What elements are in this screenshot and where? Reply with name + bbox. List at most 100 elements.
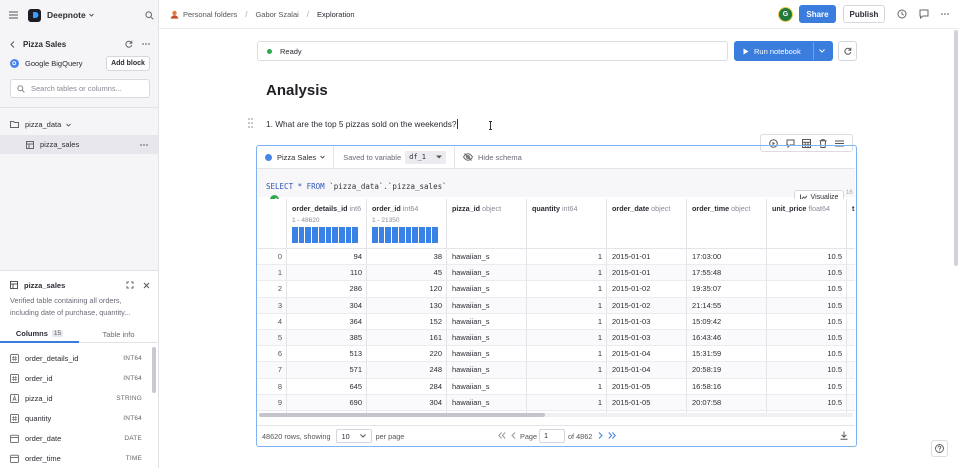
histogram-bar bbox=[432, 227, 439, 243]
schema-column-row[interactable]: order_date DATE bbox=[0, 428, 158, 448]
prev-page-icon[interactable] bbox=[511, 432, 516, 439]
download-icon[interactable] bbox=[840, 431, 848, 440]
scrollbar[interactable] bbox=[152, 347, 156, 393]
chevron-down-icon[interactable] bbox=[819, 49, 825, 53]
expand-icon[interactable] bbox=[126, 281, 134, 289]
drag-handle-icon[interactable] bbox=[248, 118, 253, 128]
avatar[interactable]: G bbox=[778, 7, 793, 22]
close-icon[interactable] bbox=[143, 282, 150, 289]
app-name[interactable]: Deepnote bbox=[47, 10, 86, 20]
breadcrumb-personal-folders[interactable]: Personal folders bbox=[183, 10, 237, 19]
schema-column-row[interactable]: order_details_id INT64 bbox=[0, 348, 158, 368]
column-divider bbox=[686, 199, 687, 413]
schema-column-name: order_date bbox=[25, 433, 62, 443]
page-size-select[interactable]: 10 bbox=[335, 429, 372, 443]
index-header bbox=[257, 199, 287, 249]
variable-name-input[interactable]: df_1 bbox=[405, 150, 446, 164]
history-icon[interactable] bbox=[897, 9, 907, 19]
column-divider bbox=[526, 199, 527, 413]
histogram-bar bbox=[305, 227, 312, 243]
search-icon[interactable] bbox=[145, 10, 154, 20]
column-header[interactable]: order_time object bbox=[687, 199, 767, 249]
column-histogram[interactable] bbox=[292, 227, 359, 243]
menu-icon[interactable] bbox=[9, 11, 19, 19]
hide-schema-button[interactable]: Hide schema bbox=[455, 146, 522, 169]
breadcrumb-user[interactable]: Gabor Szalai bbox=[255, 10, 298, 19]
help-button[interactable] bbox=[931, 440, 948, 457]
restart-button[interactable] bbox=[838, 41, 857, 61]
column-header[interactable]: t bbox=[847, 199, 855, 249]
table-cell: 10.5 bbox=[827, 316, 842, 326]
schema-column-row[interactable]: order_id INT64 bbox=[0, 368, 158, 388]
schema-column-name: order_time bbox=[25, 453, 61, 463]
schema-column-type: INT64 bbox=[123, 414, 142, 422]
column-header[interactable]: quantity int64 bbox=[527, 199, 607, 249]
sql-keyword-select: SELECT bbox=[266, 182, 294, 191]
refresh-icon[interactable] bbox=[125, 40, 133, 48]
integration-name[interactable]: Google BigQuery bbox=[25, 59, 83, 68]
next-page-icon[interactable] bbox=[598, 432, 603, 439]
last-page-icon[interactable] bbox=[608, 432, 616, 439]
histogram-bar bbox=[338, 227, 345, 243]
text-block[interactable]: 1. What are the top 5 pizzas sold on the… bbox=[266, 118, 459, 129]
column-name: order_id bbox=[372, 204, 401, 213]
column-header[interactable]: order_date object bbox=[607, 199, 687, 249]
table-cell: hawaiian_s bbox=[452, 268, 490, 278]
tab-columns[interactable]: Columns 15 bbox=[0, 326, 79, 343]
histogram-bar bbox=[392, 227, 398, 243]
column-header[interactable]: unit_price float64 bbox=[767, 199, 847, 249]
first-page-icon[interactable] bbox=[498, 432, 506, 439]
more-icon[interactable] bbox=[140, 143, 148, 146]
tree-table-selected[interactable]: pizza_sales bbox=[0, 135, 158, 154]
horizontal-scrollbar[interactable] bbox=[259, 413, 853, 417]
column-header[interactable]: order_id int64 1 - 21350 bbox=[367, 199, 447, 249]
schema-column-row[interactable]: pizza_id STRING bbox=[0, 388, 158, 408]
table-cell: 45 bbox=[433, 268, 442, 278]
chevron-down-icon bbox=[66, 123, 72, 127]
table-cell: 94 bbox=[353, 252, 362, 261]
table-search-placeholder: Search tables or columns... bbox=[31, 84, 122, 93]
add-block-button[interactable]: Add block bbox=[106, 56, 150, 71]
column-header[interactable]: order_details_id int64 1 - 48620 bbox=[287, 199, 367, 249]
source-selector[interactable]: Pizza Sales bbox=[257, 146, 335, 169]
table-cell: 690 bbox=[349, 397, 362, 407]
more-icon[interactable] bbox=[941, 13, 949, 15]
text-type-icon bbox=[10, 393, 19, 403]
histogram-bar bbox=[332, 227, 338, 243]
schema-column-row[interactable]: quantity INT64 bbox=[0, 408, 158, 428]
table-cell: 152 bbox=[429, 316, 442, 326]
table-cell: 1 bbox=[597, 365, 602, 375]
integration-row: Google BigQuery Add block bbox=[10, 56, 150, 71]
breadcrumb-current[interactable]: Exploration bbox=[317, 10, 355, 19]
column-name: unit_price bbox=[772, 204, 807, 213]
notebook-title[interactable]: Analysis bbox=[266, 82, 328, 99]
more-icon[interactable] bbox=[142, 43, 150, 45]
row-index: 0 bbox=[277, 252, 282, 261]
sql-star: * bbox=[297, 182, 303, 191]
run-notebook-button[interactable]: Run notebook bbox=[734, 41, 833, 61]
column-header[interactable]: pizza_id object bbox=[447, 199, 527, 249]
table-name: pizza_sales bbox=[40, 140, 80, 149]
page-input[interactable]: 1 bbox=[539, 429, 565, 443]
chevron-down-icon[interactable] bbox=[88, 13, 94, 17]
table-cell: hawaiian_s bbox=[452, 381, 490, 391]
share-button[interactable]: Share bbox=[799, 5, 836, 23]
schema-column-row[interactable]: order_time TIME bbox=[0, 448, 158, 468]
publish-button[interactable]: Publish bbox=[843, 5, 885, 23]
scrollbar-thumb[interactable] bbox=[259, 413, 545, 417]
page-scrollbar[interactable] bbox=[954, 30, 958, 266]
tree-dataset[interactable]: pizza_data bbox=[10, 118, 150, 131]
comments-icon[interactable] bbox=[919, 9, 929, 19]
sql-block[interactable]: Pizza Sales Saved to variable df_1 Hide … bbox=[256, 145, 857, 447]
column-histogram[interactable] bbox=[372, 227, 439, 243]
tab-table-info[interactable]: Table info bbox=[79, 326, 158, 343]
schema-column-name: order_id bbox=[25, 373, 53, 383]
table-search[interactable]: Search tables or columns... bbox=[10, 79, 150, 98]
sql-editor[interactable]: SELECT * FROM `pizza_data`.`pizza_sales` bbox=[257, 169, 855, 197]
refresh-icon bbox=[843, 47, 852, 55]
table-cell: 2015-01-05 bbox=[612, 381, 651, 391]
chevron-down-icon bbox=[436, 155, 442, 159]
chevron-left-icon[interactable] bbox=[10, 40, 15, 48]
deepnote-logo bbox=[28, 8, 41, 22]
schema-column-name: pizza_id bbox=[25, 393, 53, 403]
